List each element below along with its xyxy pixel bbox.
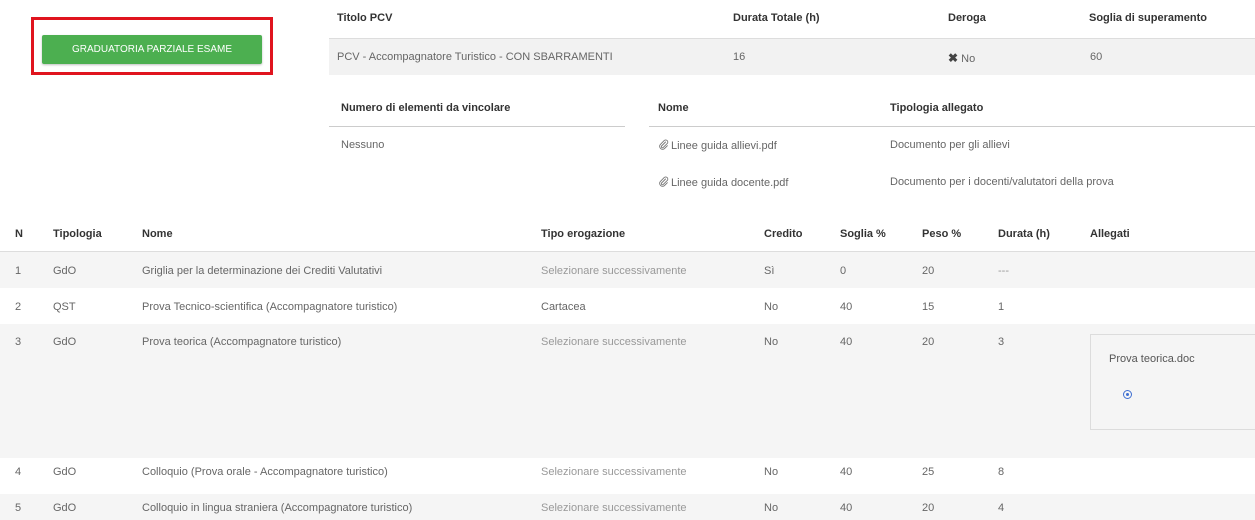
row-name: Colloquio in lingua straniera (Accompagn…: [142, 502, 413, 514]
row-weight: 15: [922, 301, 935, 313]
row-threshold: 40: [840, 466, 853, 478]
row-delivery[interactable]: Cartacea: [541, 301, 586, 313]
row-credit: Sì: [764, 265, 775, 277]
row-threshold: 40: [840, 502, 853, 514]
row-name: Prova Tecnico-scientifica (Accompagnator…: [142, 301, 398, 313]
col-attachments-header: Allegati: [1090, 228, 1130, 240]
row-n: 3: [15, 336, 22, 348]
attachment-filename: Prova teorica.doc: [1109, 353, 1195, 365]
attachment-card: Prova teorica.doc: [1090, 334, 1255, 430]
attachment-name: Linee guida allievi.pdf: [671, 140, 777, 152]
paperclip-icon: [659, 176, 669, 187]
row-duration: 1: [998, 301, 1005, 313]
pcv-title-header: Titolo PCV: [337, 12, 393, 24]
row-duration: 8: [998, 466, 1005, 478]
col-type-header: Tipologia: [53, 228, 102, 240]
row-name: Prova teorica (Accompagnatore turistico): [142, 336, 342, 348]
row-weight: 25: [922, 466, 935, 478]
attachment-link[interactable]: Linee guida docente.pdf: [658, 176, 788, 189]
row-type: GdO: [53, 466, 77, 478]
pcv-threshold: 60: [1090, 51, 1103, 63]
col-delivery-header: Tipo erogazione: [541, 228, 626, 240]
paperclip-icon: [659, 139, 669, 150]
close-x-icon: ✖: [948, 51, 959, 65]
row-threshold: 40: [840, 301, 853, 313]
attachments-type-header: Tipologia allegato: [890, 102, 984, 114]
row-n: 4: [15, 466, 22, 478]
col-duration-header: Durata (h): [998, 228, 1050, 240]
row-type: GdO: [53, 336, 77, 348]
col-name-header: Nome: [142, 228, 173, 240]
row-n: 1: [15, 265, 22, 277]
attachment-name: Linee guida docente.pdf: [671, 177, 789, 189]
row-credit: No: [764, 336, 779, 348]
pcv-title: PCV - Accompagnatore Turistico - CON SBA…: [337, 51, 613, 63]
col-n-header: N: [15, 228, 23, 240]
pcv-derogation: ✖ No: [948, 51, 975, 65]
attachment-type: Documento per gli allievi: [890, 139, 1010, 151]
circle-dot-icon[interactable]: [1123, 390, 1132, 399]
row-weight: 20: [922, 336, 935, 348]
row-n: 5: [15, 502, 22, 514]
row-delivery[interactable]: Selezionare successivamente: [541, 466, 687, 478]
pcv-threshold-header: Soglia di superamento: [1089, 12, 1207, 24]
row-duration: 4: [998, 502, 1005, 514]
divider: [329, 126, 625, 127]
col-credit-header: Credito: [764, 228, 803, 240]
col-threshold-header: Soglia %: [840, 228, 886, 240]
row-credit: No: [764, 301, 779, 313]
constraints-value: Nessuno: [341, 139, 385, 151]
row-delivery[interactable]: Selezionare successivamente: [541, 265, 687, 277]
pcv-duration-header: Durata Totale (h): [733, 12, 820, 24]
row-type: GdO: [53, 502, 77, 514]
pcv-derogation-header: Deroga: [948, 12, 986, 24]
row-type: QST: [53, 301, 76, 313]
pcv-derogation-value: No: [961, 53, 976, 65]
graduatoria-parziale-button[interactable]: GRADUATORIA PARZIALE ESAME: [42, 35, 262, 64]
row-weight: 20: [922, 502, 935, 514]
row-type: GdO: [53, 265, 77, 277]
row-credit: No: [764, 466, 779, 478]
row-name: Griglia per la determinazione dei Credit…: [142, 265, 383, 277]
row-name: Colloquio (Prova orale - Accompagnatore …: [142, 466, 388, 478]
divider: [649, 126, 1255, 127]
col-weight-header: Peso %: [922, 228, 962, 240]
pcv-duration: 16: [733, 51, 746, 63]
row-credit: No: [764, 502, 779, 514]
attachment-link[interactable]: Linee guida allievi.pdf: [658, 139, 777, 152]
row-delivery[interactable]: Selezionare successivamente: [541, 502, 687, 514]
constraints-header: Numero di elementi da vincolare: [341, 102, 511, 114]
row-duration: ---: [998, 265, 1009, 277]
row-duration: 3: [998, 336, 1005, 348]
row-n: 2: [15, 301, 22, 313]
row-threshold: 0: [840, 265, 847, 277]
attachment-type: Documento per i docenti/valutatori della…: [890, 176, 1114, 188]
attachments-name-header: Nome: [658, 102, 689, 114]
row-delivery[interactable]: Selezionare successivamente: [541, 336, 687, 348]
row-weight: 20: [922, 265, 935, 277]
row-threshold: 40: [840, 336, 853, 348]
